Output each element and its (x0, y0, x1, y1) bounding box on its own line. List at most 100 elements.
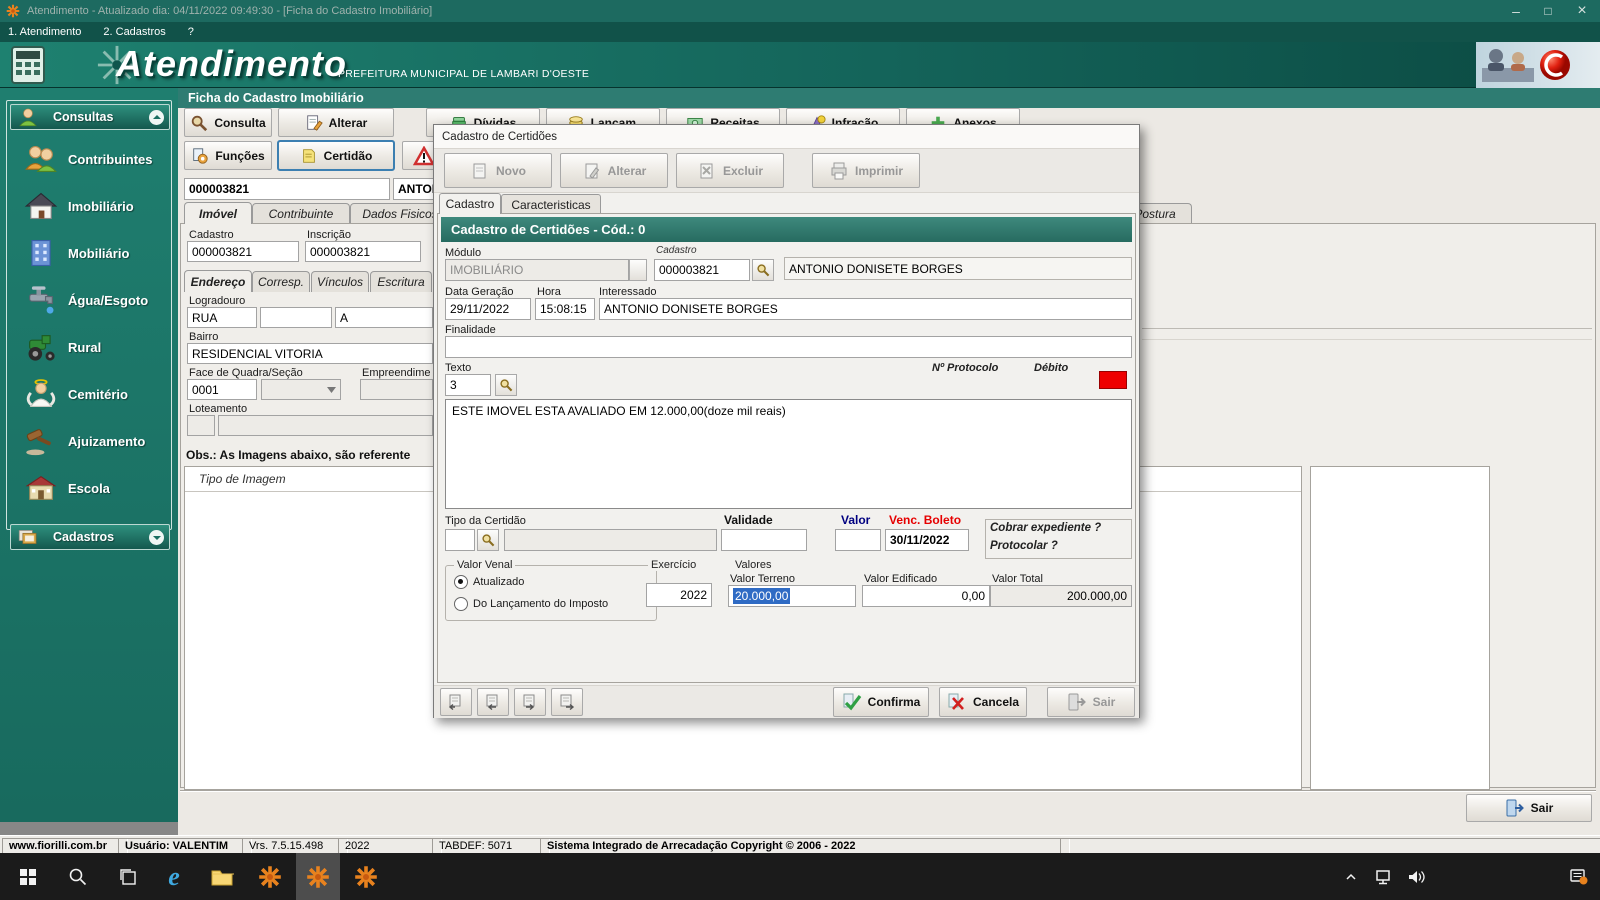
sidebar-item-imobiliario[interactable]: Imobiliário (24, 183, 170, 229)
cobrar-expediente-option[interactable]: Cobrar expediente ? (990, 522, 1101, 534)
radio-atualizado[interactable]: Atualizado (454, 575, 524, 589)
consulta-button[interactable]: Consulta (184, 108, 272, 137)
tab-imovel[interactable]: Imóvel (184, 202, 252, 224)
funcoes-button[interactable]: Funções (184, 141, 272, 170)
valor-field[interactable] (835, 529, 881, 551)
sidebar-group-consultas[interactable]: Consultas (10, 104, 170, 130)
logradouro-numero-field[interactable] (260, 307, 332, 328)
cadastro-search-button[interactable] (752, 259, 774, 281)
school-icon (24, 471, 58, 505)
form-sair-button[interactable]: Sair (1466, 794, 1592, 822)
volume-icon[interactable] (1400, 853, 1432, 900)
face-quadra-dropdown[interactable] (261, 379, 341, 400)
tab-corresp[interactable]: Corresp. (252, 271, 310, 292)
fiorilli-app-1-icon[interactable] (248, 853, 292, 900)
dialog-tab-caracteristicas[interactable]: Caracteristicas (501, 194, 601, 214)
start-button[interactable] (6, 853, 50, 900)
inscricao-field[interactable]: 000003821 (305, 241, 421, 262)
background-field-line (1142, 328, 1592, 329)
interessado-field[interactable]: ANTONIO DONISETE BORGES (599, 298, 1132, 320)
sidebar-item-mobiliario[interactable]: Mobiliário (24, 230, 170, 276)
dialog-alterar-button[interactable]: Alterar (560, 153, 668, 188)
expand-chevron-icon[interactable] (149, 530, 164, 545)
dialog-sair-button[interactable]: Sair (1047, 687, 1135, 717)
menu-help[interactable]: ? (188, 26, 194, 38)
logradouro-tipo-field[interactable]: RUA (187, 307, 257, 328)
collapse-chevron-icon[interactable] (149, 110, 164, 125)
tipo-certidao-search-button[interactable] (477, 529, 499, 551)
finalidade-field[interactable] (445, 336, 1132, 358)
dialog-titlebar[interactable]: Cadastro de Certidões (434, 125, 1139, 149)
venc-boleto-field[interactable]: 30/11/2022 (885, 529, 969, 551)
logradouro-nome-field[interactable]: A (335, 307, 433, 328)
network-icon[interactable] (1368, 853, 1400, 900)
maximize-button[interactable]: □ (1532, 4, 1564, 18)
consultas-person-icon (17, 106, 39, 128)
notifications-icon[interactable] (1560, 853, 1598, 900)
nav-next-button[interactable] (514, 688, 546, 716)
nav-first-button[interactable] (440, 688, 472, 716)
loteamento-codigo-field[interactable] (187, 415, 215, 436)
close-button[interactable]: × (1564, 2, 1600, 20)
validade-field[interactable] (721, 529, 807, 551)
nav-last-button[interactable] (551, 688, 583, 716)
dialog-section-header: Cadastro de Certidões - Cód.: 0 (441, 217, 1132, 242)
sidebar-item-escola[interactable]: Escola (24, 465, 170, 511)
tipo-certidao-codigo-field[interactable] (445, 529, 475, 551)
menu-cadastros[interactable]: 2. Cadastros (103, 26, 165, 38)
sidebar-group-cadastros[interactable]: Cadastros (10, 524, 170, 550)
empreendimento-field[interactable] (360, 379, 433, 400)
cadastro-field[interactable]: 000003821 (187, 241, 299, 262)
excluir-button[interactable]: Excluir (676, 153, 784, 188)
sidebar-item-label: Ajuizamento (68, 434, 145, 449)
fiorilli-app-2-icon-active[interactable] (296, 853, 340, 900)
tab-escritura[interactable]: Escritura (370, 271, 432, 292)
sidebar-item-cemiterio[interactable]: Cemitério (24, 371, 170, 417)
certidao-button[interactable]: Certidão (278, 141, 394, 170)
tab-contribuinte[interactable]: Contribuinte (252, 203, 350, 224)
form-bottom-separator (180, 790, 1596, 792)
internet-explorer-icon[interactable]: e (152, 853, 196, 900)
people-icon (24, 142, 58, 176)
texto-conteudo-area[interactable]: ESTE IMOVEL ESTA AVALIADO EM 12.000,00(d… (445, 399, 1132, 509)
nav-prev-button[interactable] (477, 688, 509, 716)
folder-icon (210, 867, 234, 887)
imprimir-button[interactable]: Imprimir (812, 153, 920, 188)
dialog-tab-cadastro[interactable]: Cadastro (439, 193, 501, 214)
file-explorer-icon[interactable] (200, 853, 244, 900)
hora-field[interactable]: 15:08:15 (535, 298, 595, 320)
tab-endereco[interactable]: Endereço (184, 270, 252, 292)
fiorilli-app-3-icon[interactable] (344, 853, 388, 900)
confirma-button[interactable]: Confirma (833, 687, 929, 717)
bairro-field[interactable]: RESIDENCIAL VITORIA (187, 343, 433, 364)
tab-vinculos[interactable]: Vínculos (311, 271, 369, 292)
protocolar-option[interactable]: Protocolar ? (990, 540, 1058, 552)
novo-button[interactable]: Novo (444, 153, 552, 188)
texto-search-button[interactable] (495, 374, 517, 396)
dialog-cadastro-field[interactable]: 000003821 (654, 259, 750, 281)
registro-codigo-field[interactable]: 000003821 (184, 178, 390, 200)
face-quadra-field[interactable]: 0001 (187, 379, 257, 400)
data-geracao-field[interactable]: 29/11/2022 (445, 298, 531, 320)
valor-terreno-field[interactable]: 20.000,00 (728, 585, 856, 607)
new-doc-icon (470, 161, 490, 181)
alterar-button[interactable]: Alterar (278, 108, 394, 137)
exercicio-field[interactable]: 2022 (646, 583, 712, 607)
sidebar-item-agua-esgoto[interactable]: Água/Esgoto (24, 277, 170, 323)
taskbar-search-button[interactable] (56, 853, 100, 900)
valor-edificado-field[interactable]: 0,00 (862, 585, 990, 607)
cadastro-label: Cadastro (189, 229, 234, 241)
task-view-button[interactable] (106, 853, 150, 900)
hora-label: Hora (537, 286, 561, 298)
sidebar-item-contribuintes[interactable]: Contribuintes (24, 136, 170, 182)
menu-atendimento[interactable]: 1. Atendimento (8, 26, 81, 38)
sidebar-item-rural[interactable]: Rural (24, 324, 170, 370)
sidebar-item-ajuizamento[interactable]: Ajuizamento (24, 418, 170, 464)
radio-lancamento-imposto[interactable]: Do Lançamento do Imposto (454, 597, 608, 611)
modulo-ellipsis-button[interactable] (629, 259, 647, 281)
cancela-button[interactable]: Cancela (939, 687, 1027, 717)
texto-codigo-field[interactable]: 3 (445, 374, 491, 396)
loteamento-nome-field[interactable] (218, 415, 433, 436)
tray-chevron-icon[interactable] (1336, 853, 1366, 900)
minimize-button[interactable]: – (1500, 3, 1532, 19)
